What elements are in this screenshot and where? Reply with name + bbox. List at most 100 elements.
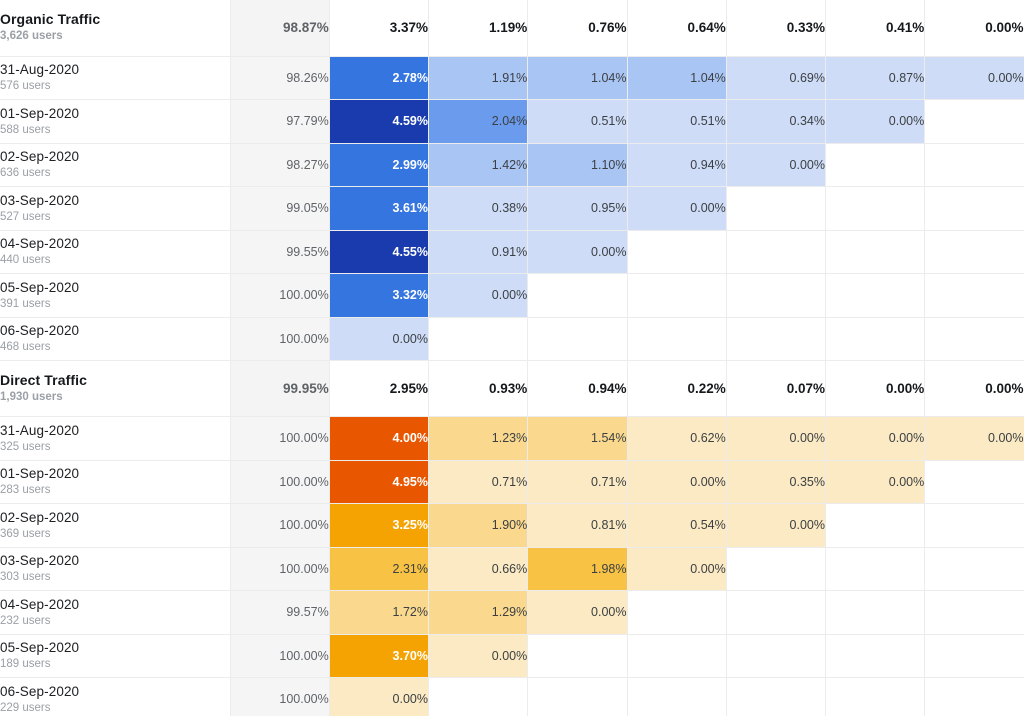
retention-cell: 3.61% (329, 187, 428, 231)
retention-cell: 0.00% (925, 56, 1024, 100)
retention-cell: 97.79% (230, 100, 329, 144)
cohort-group-users: 1,930 users (0, 390, 230, 405)
cohort-date-label[interactable]: 04-Sep-2020440 users (0, 230, 230, 274)
retention-cell: 4.95% (329, 460, 428, 504)
cohort-user-count: 576 users (0, 79, 230, 94)
table-row[interactable]: 04-Sep-2020232 users99.57%1.72%1.29%0.00… (0, 591, 1024, 635)
cohort-group-summary-cell: 0.93% (429, 361, 528, 417)
retention-cell: 0.69% (726, 56, 825, 100)
retention-cell: 0.87% (826, 56, 925, 100)
cohort-group-summary-cell: 0.00% (925, 361, 1024, 417)
retention-cell (726, 274, 825, 318)
retention-cell: 0.34% (726, 100, 825, 144)
retention-cell (925, 317, 1024, 361)
retention-cell (925, 143, 1024, 187)
retention-cell: 100.00% (230, 678, 329, 716)
retention-cell (826, 591, 925, 635)
cohort-date-label[interactable]: 01-Sep-2020283 users (0, 460, 230, 504)
retention-cell: 3.32% (329, 274, 428, 318)
retention-cell: 0.94% (627, 143, 726, 187)
retention-cell: 0.71% (528, 460, 627, 504)
retention-cell: 2.99% (329, 143, 428, 187)
retention-cell: 2.78% (329, 56, 428, 100)
retention-cell (826, 678, 925, 716)
retention-cell: 0.81% (528, 504, 627, 548)
cohort-user-count: 229 users (0, 701, 230, 716)
retention-cell: 100.00% (230, 417, 329, 461)
retention-cell: 4.59% (329, 100, 428, 144)
retention-cell (925, 230, 1024, 274)
retention-cell: 1.42% (429, 143, 528, 187)
retention-cell (925, 504, 1024, 548)
cohort-date: 05-Sep-2020 (0, 639, 230, 656)
table-row[interactable]: 06-Sep-2020229 users100.00%0.00% (0, 678, 1024, 716)
cohort-group-label[interactable]: Organic Traffic3,626 users (0, 0, 230, 56)
retention-cell: 0.00% (726, 417, 825, 461)
retention-cell (528, 317, 627, 361)
cohort-user-count: 283 users (0, 483, 230, 498)
cohort-date-label[interactable]: 31-Aug-2020325 users (0, 417, 230, 461)
retention-cell: 1.29% (429, 591, 528, 635)
cohort-user-count: 636 users (0, 166, 230, 181)
retention-cell: 2.31% (329, 547, 428, 591)
table-row[interactable]: 31-Aug-2020325 users100.00%4.00%1.23%1.5… (0, 417, 1024, 461)
retention-cell: 1.04% (627, 56, 726, 100)
retention-cell (925, 460, 1024, 504)
table-row[interactable]: 05-Sep-2020391 users100.00%3.32%0.00% (0, 274, 1024, 318)
table-row[interactable]: 05-Sep-2020189 users100.00%3.70%0.00% (0, 634, 1024, 678)
retention-cell: 1.54% (528, 417, 627, 461)
cohort-date: 05-Sep-2020 (0, 279, 230, 296)
retention-cell (528, 678, 627, 716)
retention-cell: 2.04% (429, 100, 528, 144)
cohort-date-label[interactable]: 31-Aug-2020576 users (0, 56, 230, 100)
retention-cell: 0.00% (429, 274, 528, 318)
retention-cell: 100.00% (230, 274, 329, 318)
cohort-date-label[interactable]: 05-Sep-2020189 users (0, 634, 230, 678)
cohort-date-label[interactable]: 02-Sep-2020369 users (0, 504, 230, 548)
retention-cell (627, 230, 726, 274)
table-row[interactable]: 01-Sep-2020588 users97.79%4.59%2.04% 0.51… (0, 100, 1024, 144)
retention-cell (925, 547, 1024, 591)
retention-cell: 0.51% (627, 100, 726, 144)
table-row[interactable]: 02-Sep-2020636 users98.27%2.99%1.42%1.10… (0, 143, 1024, 187)
table-row[interactable]: 06-Sep-2020468 users100.00%0.00% (0, 317, 1024, 361)
cohort-date-label[interactable]: 02-Sep-2020636 users (0, 143, 230, 187)
retention-cell: 0.00% (429, 634, 528, 678)
retention-cell: 100.00% (230, 460, 329, 504)
retention-cell (925, 634, 1024, 678)
retention-cell: 0.00% (627, 460, 726, 504)
table-row[interactable]: 31-Aug-2020576 users98.26%2.78%1.91%1.04… (0, 56, 1024, 100)
cohort-date-label[interactable]: 01-Sep-2020588 users (0, 100, 230, 144)
retention-cell: 99.05% (230, 187, 329, 231)
retention-cell: 3.25% (329, 504, 428, 548)
cohort-date-label[interactable]: 06-Sep-2020468 users (0, 317, 230, 361)
cohort-group-label[interactable]: Direct Traffic1,930 users (0, 361, 230, 417)
cohort-date-label[interactable]: 03-Sep-2020527 users (0, 187, 230, 231)
table-row[interactable]: 04-Sep-2020440 users99.55%4.55%0.91%0.00… (0, 230, 1024, 274)
retention-cell: 0.00% (925, 417, 1024, 461)
retention-cell: 0.00% (826, 460, 925, 504)
cohort-user-count: 232 users (0, 614, 230, 629)
table-row[interactable]: 03-Sep-2020303 users100.00%2.31%0.66%1.9… (0, 547, 1024, 591)
cohort-date-label[interactable]: 05-Sep-2020391 users (0, 274, 230, 318)
cohort-group-summary-cell: 99.95% (230, 361, 329, 417)
cohort-date-label[interactable]: 03-Sep-2020303 users (0, 547, 230, 591)
retention-cell (826, 230, 925, 274)
retention-cell: 99.55% (230, 230, 329, 274)
table-row[interactable]: 03-Sep-2020527 users99.05%3.61%0.38%0.95… (0, 187, 1024, 231)
retention-cell: 98.27% (230, 143, 329, 187)
cohort-group-row[interactable]: Organic Traffic3,626 users98.87%3.37%1.1… (0, 0, 1024, 56)
cohort-group-summary-cell: 0.00% (925, 0, 1024, 56)
retention-cell (726, 187, 825, 231)
cohort-date-label[interactable]: 06-Sep-2020229 users (0, 678, 230, 716)
retention-cell (925, 100, 1024, 144)
cohort-group-summary-cell: 0.64% (627, 0, 726, 56)
cohort-date-label[interactable]: 04-Sep-2020232 users (0, 591, 230, 635)
cohort-user-count: 303 users (0, 570, 230, 585)
cohort-group-row[interactable]: Direct Traffic1,930 users99.95%2.95%0.93… (0, 361, 1024, 417)
retention-cell: 98.26% (230, 56, 329, 100)
retention-cell (826, 504, 925, 548)
retention-cell (726, 678, 825, 716)
table-row[interactable]: 02-Sep-2020369 users100.00%3.25%1.90%0.8… (0, 504, 1024, 548)
table-row[interactable]: 01-Sep-2020283 users100.00%4.95%0.71%0.7… (0, 460, 1024, 504)
